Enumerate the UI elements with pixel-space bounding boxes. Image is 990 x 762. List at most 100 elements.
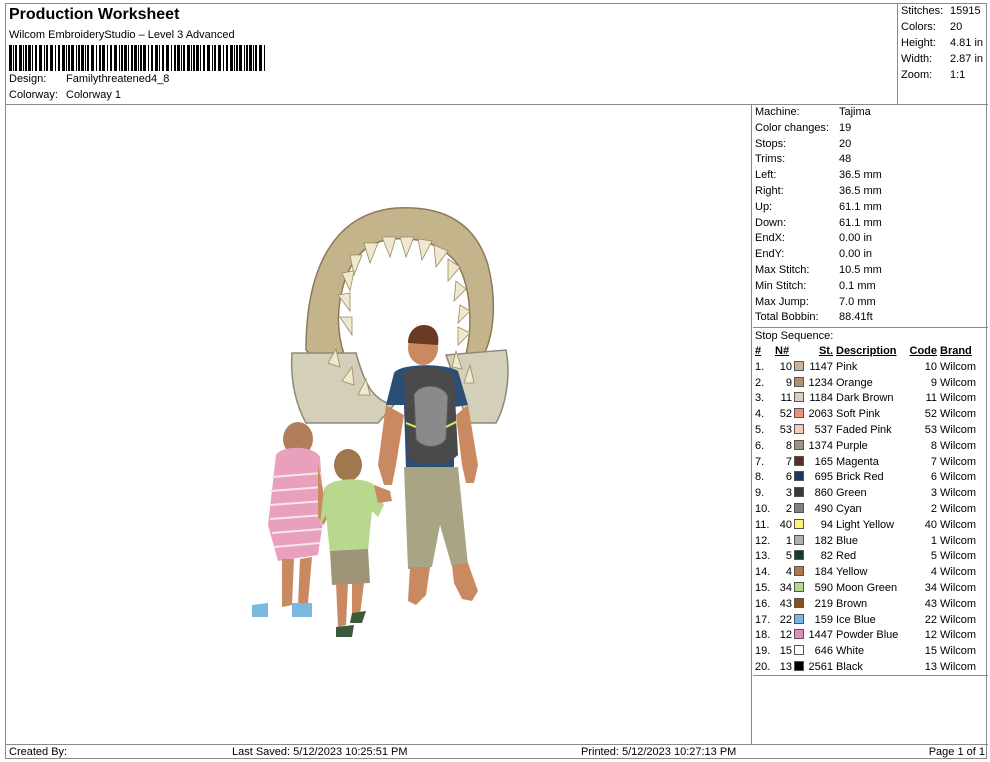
stitch-count: 1184 xyxy=(809,392,833,405)
needle-number: 6 xyxy=(785,471,792,484)
barcode-bar xyxy=(196,45,199,71)
stop-number: 20. xyxy=(755,660,771,673)
barcode-bar xyxy=(68,45,70,71)
needle-number: 1 xyxy=(785,534,792,547)
swatch-square xyxy=(793,550,804,561)
last-saved: Last Saved: 5/12/2023 10:25:51 PM xyxy=(232,746,408,758)
stitches-row: Stitches: 15915 xyxy=(901,5,981,17)
info-value: 10.5 mm xyxy=(839,263,882,276)
software-subtitle: Wilcom EmbroideryStudio – Level 3 Advanc… xyxy=(9,29,235,41)
swatch-square xyxy=(793,645,804,656)
thread-brand: Wilcom xyxy=(940,518,977,531)
thread-brand: Wilcom xyxy=(940,408,977,421)
barcode-bar xyxy=(143,45,146,71)
color-code: 4 xyxy=(930,566,937,579)
thread-brand: Wilcom xyxy=(940,439,977,452)
barcode-bar xyxy=(134,45,137,71)
barcode-bar xyxy=(138,45,139,71)
needle-number: 11 xyxy=(780,392,792,405)
barcode-bar xyxy=(25,45,27,71)
stop-number: 9. xyxy=(755,487,765,500)
col-header-code: Code xyxy=(909,345,938,358)
swatch-square xyxy=(793,503,804,514)
thread-brand: Wilcom xyxy=(940,424,977,437)
barcode-bar xyxy=(121,45,123,71)
color-swatch xyxy=(792,422,805,438)
color-code: 10 xyxy=(924,360,937,373)
barcode-bar xyxy=(76,45,77,71)
info-row-total-bobbin: Total Bobbin: 88.41ft xyxy=(753,310,988,326)
color-description: Light Yellow xyxy=(836,518,895,531)
barcode-bar xyxy=(236,45,238,71)
thread-brand: Wilcom xyxy=(940,455,977,468)
colors-row: Colors: 20 xyxy=(901,21,962,33)
thread-brand: Wilcom xyxy=(940,487,977,500)
info-value: 36.5 mm xyxy=(839,184,882,197)
color-description: Brown xyxy=(836,597,868,610)
swatch-square xyxy=(793,392,804,403)
color-swatch xyxy=(792,406,805,422)
barcode-bar xyxy=(183,45,185,71)
needle-number: 4 xyxy=(785,566,792,579)
barcode-bar xyxy=(102,45,105,71)
color-swatch xyxy=(792,596,805,612)
swatch-square xyxy=(793,487,804,498)
color-description: Blue xyxy=(836,534,859,547)
stop-number: 18. xyxy=(755,629,771,642)
stop-number: 8. xyxy=(755,471,765,484)
info-row-min-stitch: Min Stitch: 0.1 mm xyxy=(753,279,988,295)
barcode-bar xyxy=(259,45,262,71)
barcode-bar xyxy=(187,45,190,71)
color-code: 53 xyxy=(924,424,937,437)
color-code: 15 xyxy=(924,645,937,658)
barcode-bar xyxy=(66,45,67,71)
stop-number: 16. xyxy=(755,597,771,610)
stop-number: 7. xyxy=(755,455,765,468)
thread-brand: Wilcom xyxy=(940,582,977,594)
color-description: Ice Blue xyxy=(836,613,876,626)
swatch-square xyxy=(793,534,804,545)
barcode-bar xyxy=(62,45,65,71)
stitch-count: 590 xyxy=(814,582,833,594)
stop-number: 1. xyxy=(755,360,765,373)
color-swatch xyxy=(792,564,805,580)
table-row: 14. 4 184 Yellow 4 Wilcom xyxy=(753,564,986,580)
needle-number: 22 xyxy=(779,613,792,626)
width-value: 2.87 in xyxy=(950,53,984,65)
swatch-square xyxy=(793,613,804,624)
color-description: Black xyxy=(836,660,863,673)
col-header-brand: Brand xyxy=(940,345,972,358)
info-value: 0.00 in xyxy=(839,232,873,245)
barcode-bar xyxy=(155,45,158,71)
barcode xyxy=(9,45,265,71)
needle-number: 7 xyxy=(785,455,792,468)
barcode-bar xyxy=(207,45,210,71)
table-row: 12. 1 182 Blue 1 Wilcom xyxy=(753,533,986,549)
info-label: Stops: xyxy=(755,137,787,150)
thread-brand: Wilcom xyxy=(940,566,977,579)
stop-number: 12. xyxy=(755,534,771,547)
needle-number: 3 xyxy=(785,487,792,500)
worksheet-footer: Created By: Last Saved: 5/12/2023 10:25:… xyxy=(6,744,988,760)
barcode-bar xyxy=(58,45,60,71)
color-swatch xyxy=(792,517,805,533)
barcode-bar xyxy=(96,45,97,71)
machine-info-panel: Machine: Tajima Color changes: 19 Stops: 20… xyxy=(753,105,988,676)
colorway-row: Colorway: Colorway 1 xyxy=(9,89,121,101)
table-row: 8. 6 695 Brick Red 6 Wilcom xyxy=(753,470,986,486)
swatch-square xyxy=(793,582,804,592)
swatch-square xyxy=(793,518,804,529)
info-label: Trims: xyxy=(755,153,786,166)
stop-number: 11. xyxy=(755,518,770,531)
width-label: Width: xyxy=(901,53,933,65)
color-code: 2 xyxy=(930,503,937,516)
colorway-label: Colorway: xyxy=(9,89,58,101)
stop-number: 6. xyxy=(755,439,765,452)
info-value: 61.1 mm xyxy=(839,200,882,213)
needle-number: 2 xyxy=(785,503,792,516)
thread-brand: Wilcom xyxy=(940,597,977,610)
table-row: 1. 10 1147 Pink 10 Wilcom xyxy=(753,359,986,375)
color-description: Orange xyxy=(836,376,873,389)
barcode-bar xyxy=(218,45,221,71)
stitch-count: 159 xyxy=(814,613,833,626)
